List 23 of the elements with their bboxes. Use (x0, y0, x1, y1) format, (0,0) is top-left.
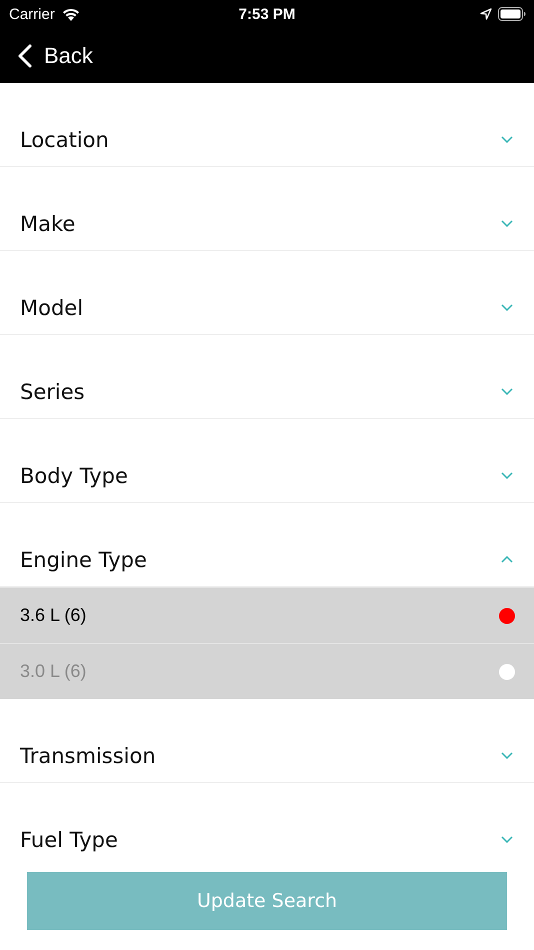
carrier-name: Carrier (9, 6, 55, 22)
status-time: 7:53 PM (238, 6, 296, 22)
filter-section-header[interactable]: Body Type (0, 419, 534, 503)
chevron-down-icon (501, 752, 513, 759)
wifi-icon (60, 6, 81, 22)
filter-section-header[interactable]: Transmission (0, 699, 534, 783)
back-button[interactable]: Back (18, 42, 93, 68)
chevron-up-icon (501, 556, 513, 563)
filter-section-header[interactable]: Location (0, 83, 534, 167)
chevron-down-icon (501, 388, 513, 395)
chevron-down-icon (501, 220, 513, 227)
filter-section-header[interactable]: Make (0, 167, 534, 251)
engine-option[interactable]: 3.6 L (6) (0, 587, 534, 643)
filter-section-header[interactable]: Series (0, 335, 534, 419)
chevron-down-icon (501, 836, 513, 843)
filter-section-header[interactable]: Fuel Type (0, 783, 534, 860)
chevron-down-icon (501, 136, 513, 143)
battery-icon (498, 7, 526, 21)
chevron-left-icon (18, 44, 32, 68)
chevron-down-icon (501, 304, 513, 311)
location-arrow-icon (480, 8, 492, 20)
chevron-down-icon (501, 472, 513, 479)
filter-section-header[interactable]: Model (0, 251, 534, 335)
